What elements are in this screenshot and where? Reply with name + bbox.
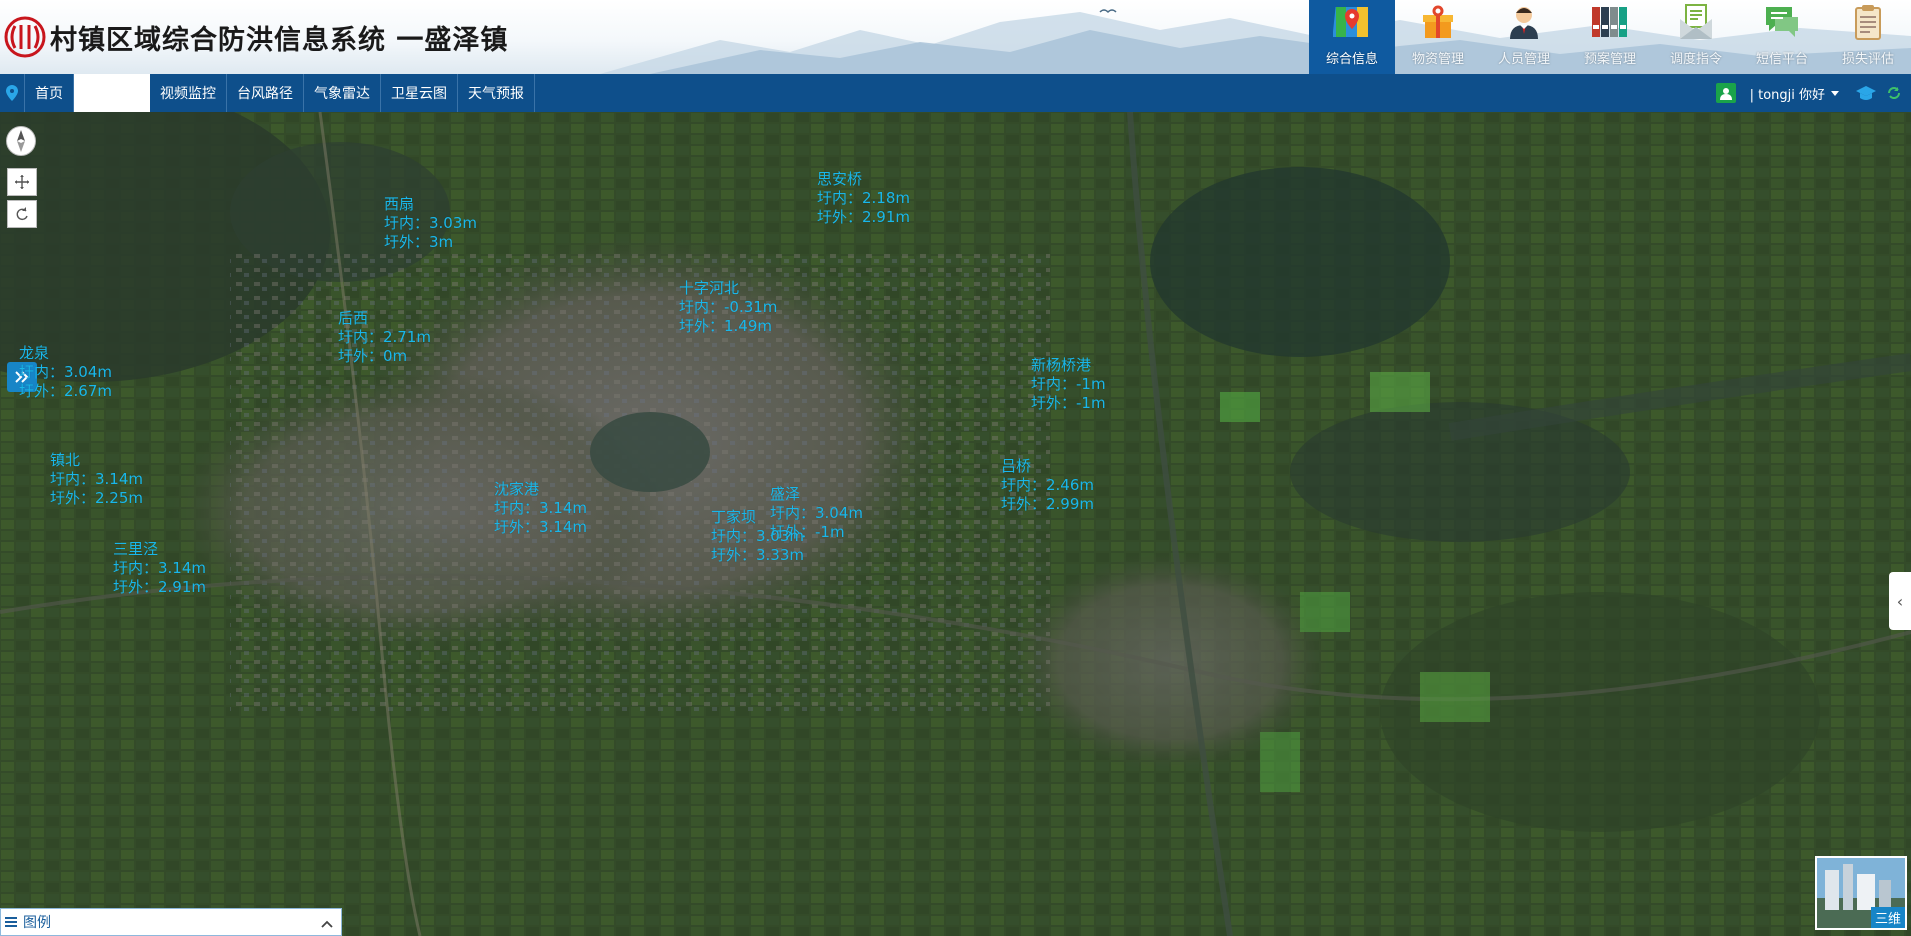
module-general-info[interactable]: 综合信息: [1309, 0, 1395, 74]
satellite-imagery: [0, 112, 1911, 936]
user-area: | tongji 你好: [1715, 74, 1911, 112]
app-logo-icon: [4, 16, 46, 58]
module-menu: 综合信息 物资管理 人员管理 预案管理 调度指令 短信平台 损失评估: [1309, 0, 1911, 74]
module-plans[interactable]: 预案管理: [1567, 0, 1653, 74]
legend-panel[interactable]: 图例: [0, 908, 342, 936]
chevron-up-icon[interactable]: [321, 915, 333, 934]
station-label[interactable]: 后西 圩内：2.71m 圩外：0m: [338, 309, 431, 366]
location-pin-icon: [0, 74, 24, 112]
module-loss-assessment[interactable]: 损失评估: [1825, 0, 1911, 74]
nav-typhoon-path[interactable]: 台风路径: [227, 74, 304, 112]
nav-active-tab[interactable]: [74, 74, 150, 112]
nav-home[interactable]: 首页: [24, 74, 74, 112]
map-pin-icon: [1332, 2, 1372, 42]
chat-icon: [1762, 2, 1802, 42]
module-dispatch[interactable]: 调度指令: [1653, 0, 1739, 74]
user-dropdown-icon[interactable]: [1831, 90, 1839, 96]
3d-view-label: 三维: [1870, 907, 1905, 928]
graduation-cap-icon[interactable]: [1855, 85, 1877, 101]
nav-video-monitor[interactable]: 视频监控: [150, 74, 227, 112]
station-label[interactable]: 西扇 圩内：3.03m 圩外：3m: [384, 195, 477, 252]
station-label[interactable]: 沈家港 圩内：3.14m 圩外：3.14m: [494, 480, 587, 537]
station-label[interactable]: 三里泾 圩内：3.14m 圩外：2.91m: [113, 540, 206, 597]
refresh-icon[interactable]: [1887, 86, 1901, 100]
compass-button[interactable]: [6, 126, 36, 156]
nav-weather-forecast[interactable]: 天气预报: [458, 74, 535, 112]
user-greeting: | tongji 你好: [1749, 87, 1825, 103]
rotate-button[interactable]: [7, 200, 37, 228]
module-materials[interactable]: 物资管理: [1395, 0, 1481, 74]
user-icon: [1715, 83, 1736, 103]
envelope-icon: [1676, 2, 1716, 42]
pan-button[interactable]: [7, 168, 37, 196]
person-icon: [1504, 2, 1544, 42]
module-sms[interactable]: 短信平台: [1739, 0, 1825, 74]
station-label[interactable]: 吕桥 圩内：2.46m 圩外：2.99m: [1001, 457, 1094, 514]
module-personnel[interactable]: 人员管理: [1481, 0, 1567, 74]
station-label[interactable]: 新杨桥港 圩内：-1m 圩外：-1m: [1031, 356, 1106, 413]
station-label[interactable]: 镇北 圩内：3.14m 圩外：2.25m: [50, 451, 143, 508]
station-label[interactable]: 思安桥 圩内：2.18m 圩外：2.91m: [817, 170, 910, 227]
binders-icon: [1590, 2, 1630, 42]
3d-view-toggle[interactable]: 三维: [1815, 856, 1907, 930]
legend-label: 图例: [23, 915, 51, 931]
app-header: 村镇区域综合防洪信息系统 一盛泽镇 综合信息 物资管理 人员管理 预案管理 调度…: [0, 0, 1911, 74]
top-nav-bar: 首页 视频监控 台风路径 气象雷达 卫星云图 天气预报 | tongji 你好: [0, 74, 1911, 112]
station-label[interactable]: 龙泉 圩内：3.04m 圩外：2.67m: [19, 344, 112, 401]
satellite-map[interactable]: 西扇 圩内：3.03m 圩外：3m 思安桥 圩内：2.18m 圩外：2.91m 十字河北…: [0, 112, 1911, 936]
station-label[interactable]: 十字河北 圩内：-0.31m 圩外：1.49m: [679, 279, 777, 336]
nav-weather-radar[interactable]: 气象雷达: [304, 74, 381, 112]
station-label[interactable]: 丁家坝 圩内：3.03m 圩外：3.33m: [711, 508, 804, 565]
list-icon: [5, 916, 17, 928]
nav-satellite-cloud[interactable]: 卫星云图: [381, 74, 458, 112]
gift-box-icon: [1418, 2, 1458, 42]
side-panel-toggle[interactable]: ‹: [1889, 572, 1911, 630]
app-title: 村镇区域综合防洪信息系统 一盛泽镇: [50, 25, 509, 56]
clipboard-icon: [1848, 2, 1888, 42]
